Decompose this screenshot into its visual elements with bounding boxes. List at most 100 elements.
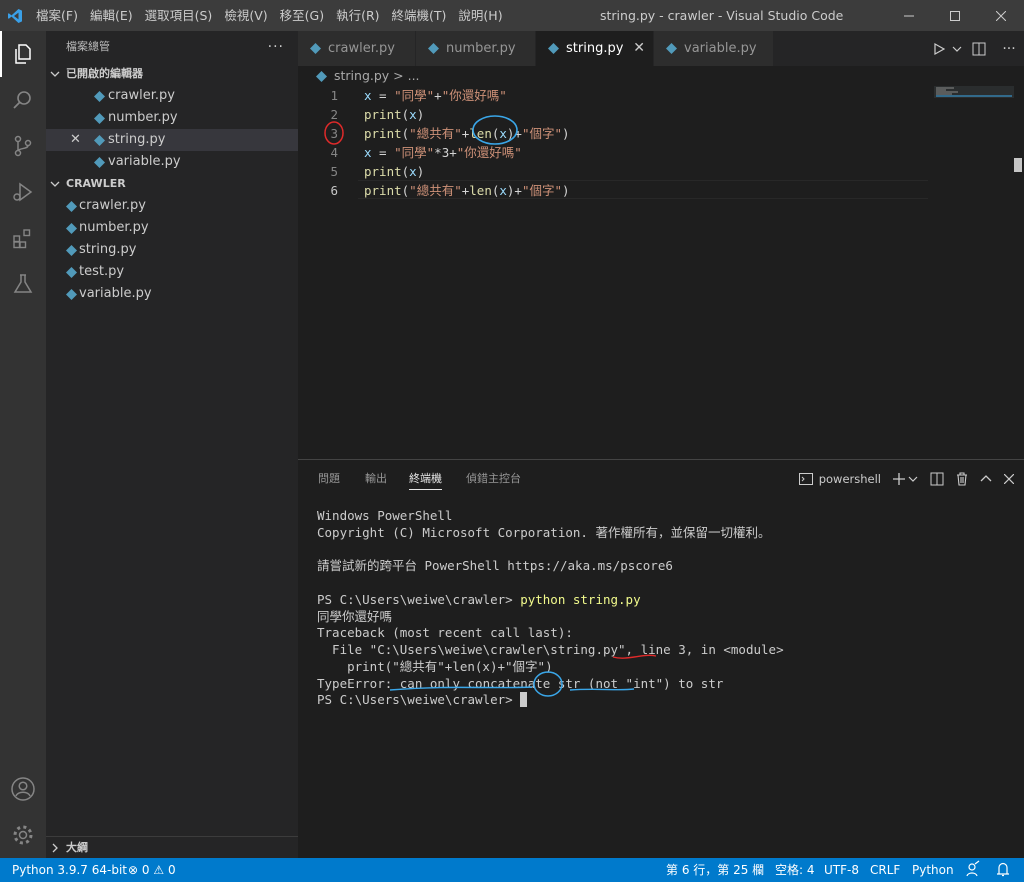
file-item[interactable]: crawler.py [46,195,298,217]
terminal-icon [798,473,813,485]
file-item[interactable]: variable.py [46,283,298,305]
notifications-button[interactable] [996,858,1010,882]
file-item[interactable]: test.py [46,261,298,283]
menu-go[interactable]: 移至(G) [274,0,330,31]
menu-edit[interactable]: 編輯(E) [84,0,139,31]
menu-selection[interactable]: 選取項目(S) [139,0,219,31]
trash-icon [957,472,967,486]
tab-label: crawler.py [328,41,395,56]
panel-actions: powershell [795,460,1018,498]
close-editor-icon[interactable]: ✕ [70,129,81,151]
python-file-icon [94,91,105,102]
maximize-panel-button[interactable] [976,460,996,498]
python-file-icon [666,43,677,54]
run-debug-icon [13,182,33,202]
search-icon [13,91,31,109]
run-options-button[interactable] [950,31,964,66]
open-editors-section[interactable]: 已開啟的編輯器 [46,63,298,85]
source-control-icon [14,135,32,157]
run-file-button[interactable] [928,31,950,66]
tab-string[interactable]: string.py ✕ [536,31,654,66]
problems-indicator[interactable]: ⊗ 0 ⚠ 0 [128,858,176,882]
blue-underline-annotation [389,686,533,691]
file-label: test.py [79,264,125,279]
explorer-title: 檔案總管 [66,40,110,53]
search-button[interactable] [0,77,46,123]
python-file-icon [94,113,105,124]
open-editor-item[interactable]: crawler.py [46,85,298,107]
python-interpreter[interactable]: Python 3.9.7 64-bit [12,858,127,882]
source-control-button[interactable] [0,123,46,169]
split-terminal-button[interactable] [926,460,948,498]
feedback-icon [966,860,980,877]
indentation[interactable]: 空格: 4 [775,858,815,882]
feedback-button[interactable] [966,858,980,882]
editor-actions: ··· [928,31,1024,66]
new-terminal-button[interactable] [889,460,922,498]
red-circle-annotation [324,121,344,145]
open-editors-title: 已開啟的編輯器 [66,67,143,80]
account-icon [11,777,35,801]
folder-section[interactable]: CRAWLER [46,173,298,195]
python-file-icon [310,43,321,54]
outline-section[interactable]: 大綱 [46,836,298,858]
breadcrumb-text[interactable]: string.py > ... [316,68,420,83]
minimize-button[interactable] [886,0,932,31]
more-actions-icon[interactable]: ··· [268,31,284,63]
menu-view[interactable]: 檢視(V) [218,0,273,31]
open-editor-label: variable.py [108,154,181,169]
cursor-position[interactable]: 第 6 行，第 25 欄 [666,858,764,882]
plus-icon [893,473,905,485]
code-editor[interactable]: 1x = "同學"+"你還好嗎" 2 print(x) 3 print("總共有"+le… [298,86,1024,459]
manage-button[interactable] [0,812,46,858]
menu-run[interactable]: 執行(R) [330,0,385,31]
more-actions-button[interactable]: ··· [994,31,1024,66]
ellipsis-icon: ··· [1002,40,1016,57]
tab-number[interactable]: number.py [416,31,536,66]
blue-circle-annotation [472,115,518,145]
split-editor-button[interactable] [964,31,994,66]
split-terminal-icon [930,472,944,486]
menu-file[interactable]: 檔案(F) [30,0,84,31]
maximize-button[interactable] [932,0,978,31]
file-item[interactable]: string.py [46,239,298,261]
editor-tab-bar: crawler.py number.py string.py ✕ variabl… [298,31,1024,66]
file-label: variable.py [79,286,152,301]
warning-count: 0 [167,863,176,877]
close-tab-icon[interactable]: ✕ [633,31,645,66]
breadcrumb: string.py > ... [298,66,1024,86]
python-file-icon [316,71,327,82]
language-mode[interactable]: Python [912,858,954,882]
flask-icon [13,274,33,293]
menu-bar: 檔案(F) 編輯(E) 選取項目(S) 檢視(V) 移至(G) 執行(R) 終端… [30,0,509,31]
menu-help[interactable]: 說明(H) [452,0,508,31]
open-editor-item[interactable]: variable.py [46,151,298,173]
close-window-button[interactable] [978,0,1024,31]
accounts-button[interactable] [0,766,46,812]
close-icon [996,10,1006,21]
terminal-selector[interactable]: powershell [795,460,885,498]
annotation-overlay [324,115,518,145]
minimap[interactable] [934,86,1014,104]
file-item[interactable]: number.py [46,217,298,239]
open-editor-item-active[interactable]: ✕ string.py [46,129,298,151]
open-editor-label: crawler.py [108,88,175,103]
activity-bar [0,31,46,858]
extensions-button[interactable] [0,215,46,261]
python-file-icon [428,43,439,54]
warning-icon: ⚠ [153,863,165,877]
encoding[interactable]: UTF-8 [824,858,859,882]
explorer-button[interactable] [0,31,46,77]
blue-underline-annotation [569,688,635,691]
tab-variable[interactable]: variable.py [654,31,774,66]
open-editor-item[interactable]: number.py [46,107,298,129]
close-panel-button[interactable] [1000,460,1018,498]
python-file-icon [94,157,105,168]
testing-button[interactable] [0,261,46,307]
line-ending[interactable]: CRLF [870,858,900,882]
run-debug-button[interactable] [0,169,46,215]
tab-crawler[interactable]: crawler.py [298,31,416,66]
python-file-icon [66,245,77,256]
menu-terminal[interactable]: 終端機(T) [386,0,453,31]
kill-terminal-button[interactable] [952,460,972,498]
